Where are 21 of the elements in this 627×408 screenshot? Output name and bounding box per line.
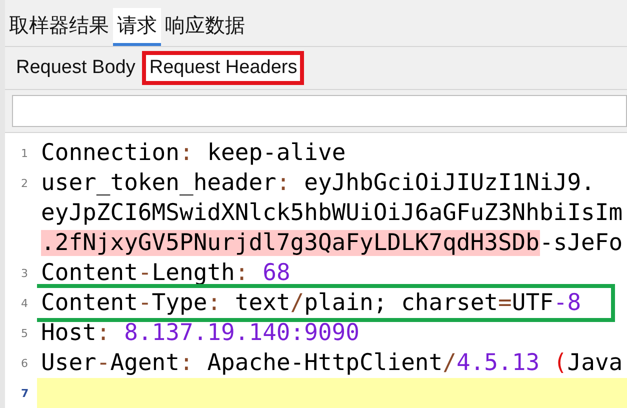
code-text: Content-Length: 68 bbox=[41, 260, 290, 286]
line-number: 7 bbox=[21, 387, 29, 400]
tab[interactable]: 取样器结果 bbox=[5, 8, 113, 46]
subtab[interactable]: Request Body bbox=[9, 51, 142, 85]
code-text: user_token_header: eyJhbGciOiJIUzI1NiJ9. bbox=[41, 170, 595, 196]
code-text: Connection: keep-alive bbox=[41, 140, 346, 166]
tab[interactable]: 请求 bbox=[113, 8, 161, 46]
code-text: .2fNjxyGV5PNurjdl7g3QaFyLDLK7qdH3SDb-sJeFo bbox=[41, 230, 623, 256]
code-text: Content-Type: text/plain; charset=UTF-8 bbox=[41, 290, 582, 316]
line-number: 3 bbox=[21, 267, 28, 280]
subtab[interactable]: Request Headers bbox=[142, 51, 304, 85]
line-number: 6 bbox=[21, 357, 28, 370]
code-text: eyJpZCI6MSwidXNlck5hbWUiOiJ6aGFuZ3NhbiIsIm bbox=[41, 200, 623, 226]
line-number: 5 bbox=[21, 327, 28, 340]
line-number: 2 bbox=[21, 177, 28, 190]
line-number: 1 bbox=[21, 147, 28, 160]
search-field[interactable] bbox=[12, 95, 627, 127]
tab[interactable]: 响应数据 bbox=[161, 8, 249, 46]
code-text: Host: 8.137.19.140:9090 bbox=[41, 320, 360, 346]
line-number: 4 bbox=[21, 297, 28, 310]
code-text: User-Agent: Apache-HttpClient/4.5.13 (Java bbox=[41, 350, 623, 376]
